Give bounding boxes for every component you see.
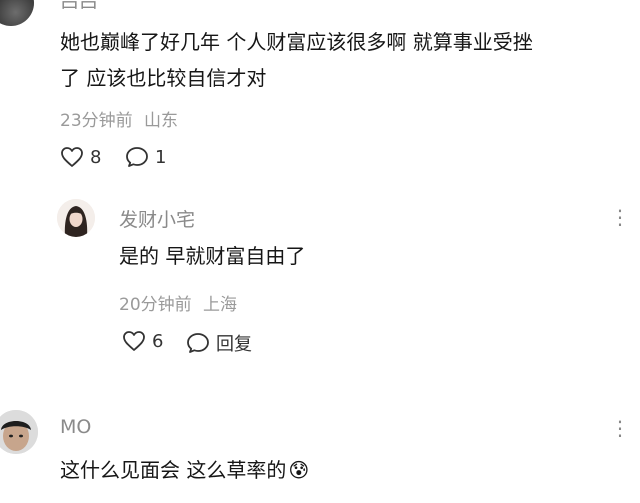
comment-text: 这什么见面会 这么草率的 😰 bbox=[60, 452, 309, 488]
like-count: 8 bbox=[90, 146, 102, 168]
anxious-face-emoji: 😰 bbox=[288, 458, 310, 482]
comment-username[interactable]: 吕吕 bbox=[60, 0, 98, 13]
reply-count: 1 bbox=[155, 146, 167, 168]
comment-text-line: 她也巅峰了好几年 个人财富应该很多啊 就算事业受挫 bbox=[60, 30, 533, 54]
reply-label: 回复 bbox=[216, 334, 252, 355]
like-button[interactable]: 8 bbox=[60, 146, 101, 168]
reply-username[interactable]: 发财小宅 bbox=[119, 205, 195, 232]
comment-meta: 23分钟前 山东 bbox=[60, 106, 178, 131]
more-options-icon[interactable]: ⋮ bbox=[610, 205, 631, 229]
reply-time: 20分钟前 bbox=[119, 295, 192, 315]
heart-icon bbox=[61, 147, 83, 167]
heart-icon bbox=[123, 331, 145, 351]
comment-text-content: 这什么见面会 这么草率的 bbox=[60, 458, 287, 482]
comment-text: 她也巅峰了好几年 个人财富应该很多啊 就算事业受挫 了 应该也比较自信才对 bbox=[60, 24, 630, 96]
comment-username[interactable]: MO bbox=[60, 416, 91, 438]
reply-button[interactable]: 1 bbox=[125, 146, 166, 168]
comment-time: 23分钟前 bbox=[60, 111, 133, 131]
comment-bubble-icon bbox=[126, 147, 148, 167]
avatar[interactable] bbox=[57, 199, 95, 237]
comment-location: 山东 bbox=[144, 111, 179, 131]
avatar[interactable] bbox=[0, 410, 38, 454]
reply-text: 是的 早就财富自由了 bbox=[119, 244, 306, 268]
avatar[interactable] bbox=[0, 0, 34, 26]
like-button[interactable]: 6 bbox=[122, 330, 163, 352]
reply-location: 上海 bbox=[203, 295, 238, 315]
like-count: 6 bbox=[152, 330, 164, 352]
reply-meta: 20分钟前 上海 bbox=[119, 290, 237, 315]
more-options-icon[interactable]: ⋮ bbox=[610, 416, 631, 440]
comment-text-line: 了 应该也比较自信才对 bbox=[60, 66, 267, 90]
comment-bubble-icon bbox=[187, 333, 209, 353]
reply-button[interactable]: 回复 bbox=[186, 330, 252, 356]
